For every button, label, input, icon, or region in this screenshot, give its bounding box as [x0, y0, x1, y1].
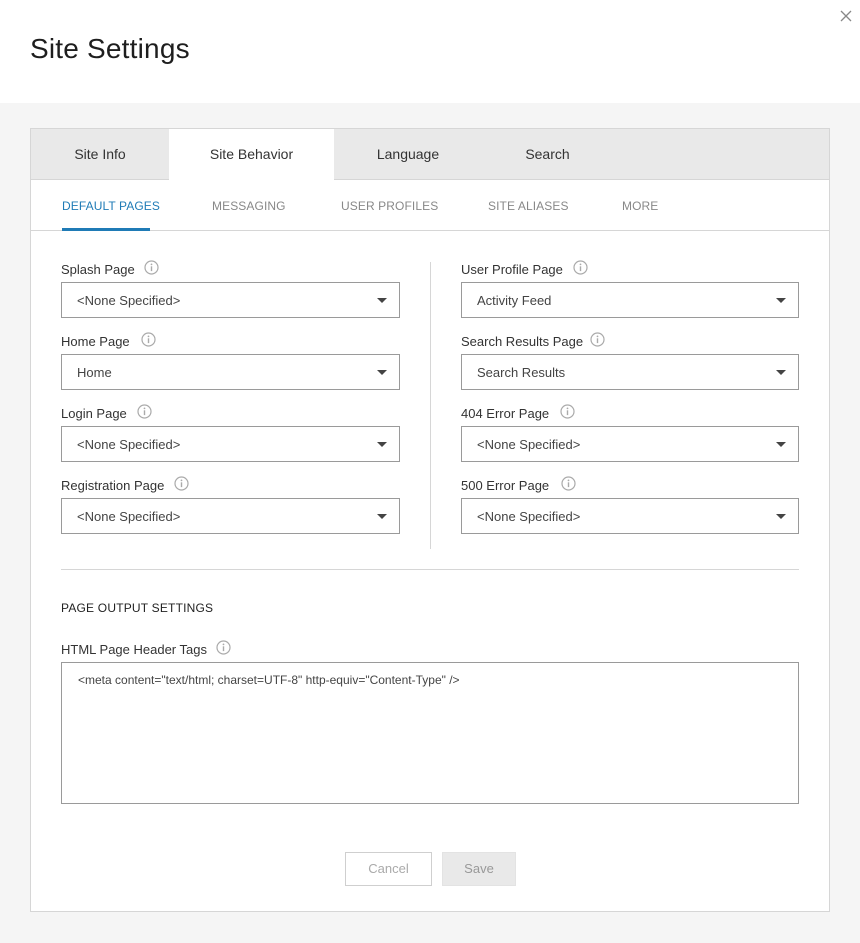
home-page-value: Home	[77, 365, 112, 380]
tab-search[interactable]: Search	[482, 129, 613, 180]
search-results-page-value: Search Results	[477, 365, 566, 380]
home-page-label: Home Page	[61, 334, 130, 349]
search-results-page-select[interactable]: Search Results	[461, 354, 799, 390]
registration-page-value: <None Specified>	[77, 509, 181, 524]
error-404-page-label: 404 Error Page	[461, 406, 550, 421]
user-profile-page-label: User Profile Page	[461, 262, 563, 277]
info-icon[interactable]	[137, 404, 152, 419]
close-icon[interactable]	[838, 8, 854, 24]
login-page-select[interactable]: <None Specified>	[61, 426, 400, 462]
error-500-page-select[interactable]: <None Specified>	[461, 498, 799, 534]
registration-page-label: Registration Page	[61, 478, 165, 493]
registration-page-select[interactable]: <None Specified>	[61, 498, 400, 534]
cancel-button[interactable]: Cancel	[345, 852, 432, 886]
splash-page-value: <None Specified>	[77, 293, 181, 308]
main-tabs: Site Info Site Behavior Language Search	[31, 129, 829, 181]
home-page-select[interactable]: Home	[61, 354, 400, 390]
subtab-messaging[interactable]: MESSAGING	[212, 199, 286, 213]
page-output-settings-title: PAGE OUTPUT SETTINGS	[61, 601, 214, 615]
chevron-down-icon	[377, 298, 387, 303]
settings-panel: Site Info Site Behavior Language Search …	[30, 128, 830, 912]
subtab-more[interactable]: MORE	[622, 199, 658, 213]
error-500-page-label: 500 Error Page	[461, 478, 550, 493]
subtab-user-profiles[interactable]: USER PROFILES	[341, 199, 438, 213]
splash-page-label: Splash Page	[61, 262, 135, 277]
info-icon[interactable]	[573, 260, 588, 275]
subtab-site-aliases[interactable]: SITE ALIASES	[488, 199, 569, 213]
tab-language[interactable]: Language	[334, 129, 482, 180]
user-profile-page-value: Activity Feed	[477, 293, 552, 308]
chevron-down-icon	[377, 370, 387, 375]
tab-site-info[interactable]: Site Info	[31, 129, 169, 180]
save-button[interactable]: Save	[442, 852, 516, 886]
info-icon[interactable]	[144, 260, 159, 275]
info-icon[interactable]	[560, 404, 575, 419]
user-profile-page-select[interactable]: Activity Feed	[461, 282, 799, 318]
page-header: Site Settings	[0, 0, 860, 103]
html-header-tags-textarea[interactable]: <meta content="text/html; charset=UTF-8"…	[61, 662, 799, 804]
tab-site-behavior[interactable]: Site Behavior	[169, 129, 334, 181]
error-404-page-select[interactable]: <None Specified>	[461, 426, 799, 462]
html-header-tags-value: <meta content="text/html; charset=UTF-8"…	[78, 673, 460, 687]
info-icon[interactable]	[561, 476, 576, 491]
page-title: Site Settings	[30, 33, 190, 64]
login-page-value: <None Specified>	[77, 437, 181, 452]
splash-page-select[interactable]: <None Specified>	[61, 282, 400, 318]
column-divider	[430, 262, 431, 549]
sub-tabs: DEFAULT PAGES MESSAGING USER PROFILES SI…	[31, 180, 829, 231]
chevron-down-icon	[377, 442, 387, 447]
info-icon[interactable]	[174, 476, 189, 491]
section-divider	[61, 569, 799, 570]
info-icon[interactable]	[216, 640, 231, 655]
login-page-label: Login Page	[61, 406, 127, 421]
info-icon[interactable]	[590, 332, 605, 347]
chevron-down-icon	[776, 370, 786, 375]
chevron-down-icon	[776, 442, 786, 447]
search-results-page-label: Search Results Page	[461, 334, 584, 349]
error-404-page-value: <None Specified>	[477, 437, 581, 452]
info-icon[interactable]	[141, 332, 156, 347]
error-500-page-value: <None Specified>	[477, 509, 581, 524]
subtab-default-pages[interactable]: DEFAULT PAGES	[62, 199, 160, 213]
chevron-down-icon	[377, 514, 387, 519]
active-subtab-indicator	[62, 228, 150, 231]
chevron-down-icon	[776, 298, 786, 303]
html-header-tags-label: HTML Page Header Tags	[61, 642, 207, 657]
chevron-down-icon	[776, 514, 786, 519]
